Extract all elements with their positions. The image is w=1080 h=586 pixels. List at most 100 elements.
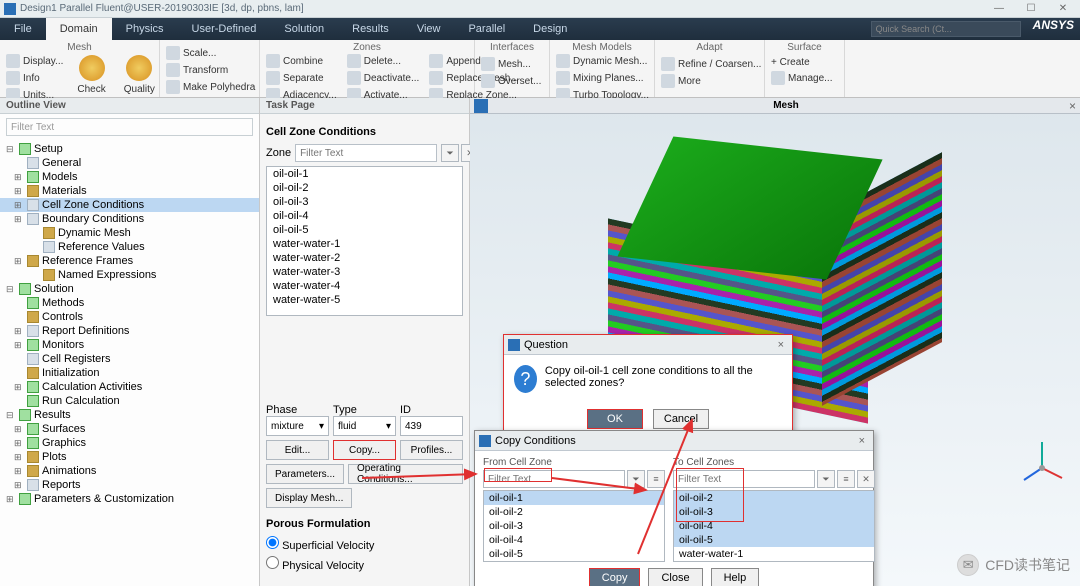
tree-node[interactable]: General (0, 156, 259, 170)
tree-node[interactable]: ⊞Cell Zone Conditions (0, 198, 259, 212)
display-button[interactable]: Display... (4, 53, 65, 69)
superficial-velocity-radio[interactable]: Superficial Velocity (266, 536, 463, 552)
info-button[interactable]: Info (4, 70, 65, 86)
list-item[interactable]: oil-oil-3 (674, 505, 874, 519)
menu-solution[interactable]: Solution (270, 18, 338, 40)
tree-node[interactable]: Methods (0, 296, 259, 310)
minimize-button[interactable]: — (986, 2, 1012, 16)
tree-node[interactable]: Named Expressions (0, 268, 259, 282)
copy-confirm-button[interactable]: Copy (589, 568, 641, 586)
tree-node[interactable]: ⊞Materials (0, 184, 259, 198)
menu-user-defined[interactable]: User-Defined (178, 18, 271, 40)
menu-file[interactable]: File (0, 18, 46, 40)
overset-button[interactable]: Overset... (479, 73, 543, 89)
tree-node[interactable]: ⊞Reference Frames (0, 254, 259, 268)
list-item[interactable]: water-water-2 (674, 561, 874, 562)
transform-button[interactable]: Transform (164, 62, 257, 78)
question-close-button[interactable]: × (774, 339, 788, 351)
list-item[interactable]: water-water-1 (674, 547, 874, 561)
ok-button[interactable]: OK (587, 409, 643, 429)
list-item[interactable]: water-water-5 (267, 293, 462, 307)
tree-node[interactable]: ⊟Setup (0, 142, 259, 156)
outline-filter-input[interactable]: Filter Text (6, 118, 253, 136)
separate-button[interactable]: Separate (264, 70, 339, 86)
check-button[interactable]: Check (71, 53, 111, 103)
delete-button[interactable]: Delete... (345, 53, 422, 69)
tree-node[interactable]: Initialization (0, 366, 259, 380)
list-item[interactable]: oil-oil-1 (267, 167, 462, 181)
mixing-planes-button[interactable]: Mixing Planes... (554, 70, 651, 86)
tree-node[interactable]: Controls (0, 310, 259, 324)
from-filter-icon[interactable]: ⏷ (627, 470, 645, 488)
to-filter-input[interactable] (673, 470, 815, 488)
zone-listbox[interactable]: oil-oil-1oil-oil-2oil-oil-3oil-oil-4oil-… (266, 166, 463, 316)
list-item[interactable]: oil-oil-4 (484, 533, 664, 547)
from-clear-icon[interactable]: ≡ (647, 470, 665, 488)
list-item[interactable]: water-water-2 (267, 251, 462, 265)
tree-node[interactable]: ⊞Reports (0, 478, 259, 492)
tree-node[interactable]: Run Calculation (0, 394, 259, 408)
list-item[interactable]: oil-oil-4 (267, 209, 462, 223)
physical-velocity-radio[interactable]: Physical Velocity (266, 556, 463, 572)
from-filter-input[interactable] (483, 470, 625, 488)
tree-node[interactable]: ⊞Boundary Conditions (0, 212, 259, 226)
phase-combo[interactable]: mixture▾ (266, 416, 329, 436)
tree-node[interactable]: ⊞Animations (0, 464, 259, 478)
quick-search-input[interactable]: Quick Search (Ct... (871, 21, 1021, 37)
cancel-button[interactable]: Cancel (653, 409, 709, 429)
menu-parallel[interactable]: Parallel (454, 18, 519, 40)
to-filter-icon[interactable]: ⏷ (817, 470, 835, 488)
menu-results[interactable]: Results (338, 18, 403, 40)
copy-dialog-close-button[interactable]: × (855, 435, 869, 447)
list-item[interactable]: oil-oil-2 (484, 505, 664, 519)
filter-icon[interactable]: ⏷ (441, 144, 459, 162)
list-item[interactable]: oil-oil-5 (674, 533, 874, 547)
combine-button[interactable]: Combine (264, 53, 339, 69)
copy-button[interactable]: Copy... (333, 440, 396, 460)
tree-node[interactable]: ⊞Plots (0, 450, 259, 464)
interface-mesh-button[interactable]: Mesh... (479, 56, 543, 72)
tree-node[interactable]: ⊞Surfaces (0, 422, 259, 436)
outline-tree[interactable]: ⊟SetupGeneral⊞Models⊞Materials⊞Cell Zone… (0, 140, 259, 586)
edit-button[interactable]: Edit... (266, 440, 329, 460)
zone-filter-input[interactable] (295, 144, 437, 162)
manage-surface-button[interactable]: Manage... (769, 70, 834, 86)
list-item[interactable]: water-water-1 (484, 561, 664, 562)
help-button[interactable]: Help (711, 568, 760, 586)
list-item[interactable]: oil-oil-4 (674, 519, 874, 533)
menu-design[interactable]: Design (519, 18, 581, 40)
tree-node[interactable]: ⊟Results (0, 408, 259, 422)
deactivate-button[interactable]: Deactivate... (345, 70, 422, 86)
list-item[interactable]: water-water-4 (267, 279, 462, 293)
from-zone-listbox[interactable]: oil-oil-1oil-oil-2oil-oil-3oil-oil-4oil-… (483, 490, 665, 562)
tree-node[interactable]: Dynamic Mesh (0, 226, 259, 240)
close-button[interactable]: ✕ (1050, 2, 1076, 16)
list-item[interactable]: oil-oil-5 (267, 223, 462, 237)
close-mesh-view-button[interactable]: × (1069, 99, 1076, 113)
tree-node[interactable]: Reference Values (0, 240, 259, 254)
scale-button[interactable]: Scale... (164, 45, 257, 61)
display-mesh-button[interactable]: Display Mesh... (266, 488, 352, 508)
maximize-button[interactable]: ☐ (1018, 2, 1044, 16)
tree-node[interactable]: ⊞Report Definitions (0, 324, 259, 338)
list-item[interactable]: water-water-3 (267, 265, 462, 279)
menu-domain[interactable]: Domain (46, 18, 112, 40)
quality-button[interactable]: Quality (118, 53, 161, 103)
to-clear-icon[interactable]: ✕ (857, 470, 875, 488)
tree-node[interactable]: ⊟Solution (0, 282, 259, 296)
profiles-button[interactable]: Profiles... (400, 440, 463, 460)
menu-physics[interactable]: Physics (112, 18, 178, 40)
type-combo[interactable]: fluid▾ (333, 416, 396, 436)
tree-node[interactable]: ⊞Calculation Activities (0, 380, 259, 394)
refine-coarsen-button[interactable]: Refine / Coarsen... (659, 56, 763, 72)
create-surface-button[interactable]: + Create (769, 56, 834, 69)
parameters-button[interactable]: Parameters... (266, 464, 344, 484)
tree-node[interactable]: ⊞Graphics (0, 436, 259, 450)
tree-node[interactable]: ⊞Monitors (0, 338, 259, 352)
to-zone-listbox[interactable]: oil-oil-2oil-oil-3oil-oil-4oil-oil-5wate… (673, 490, 875, 562)
close-button[interactable]: Close (648, 568, 702, 586)
to-selectall-icon[interactable]: ≡ (837, 470, 855, 488)
menu-view[interactable]: View (403, 18, 455, 40)
make-polyhedra-button[interactable]: Make Polyhedra (164, 79, 257, 95)
list-item[interactable]: oil-oil-2 (267, 181, 462, 195)
